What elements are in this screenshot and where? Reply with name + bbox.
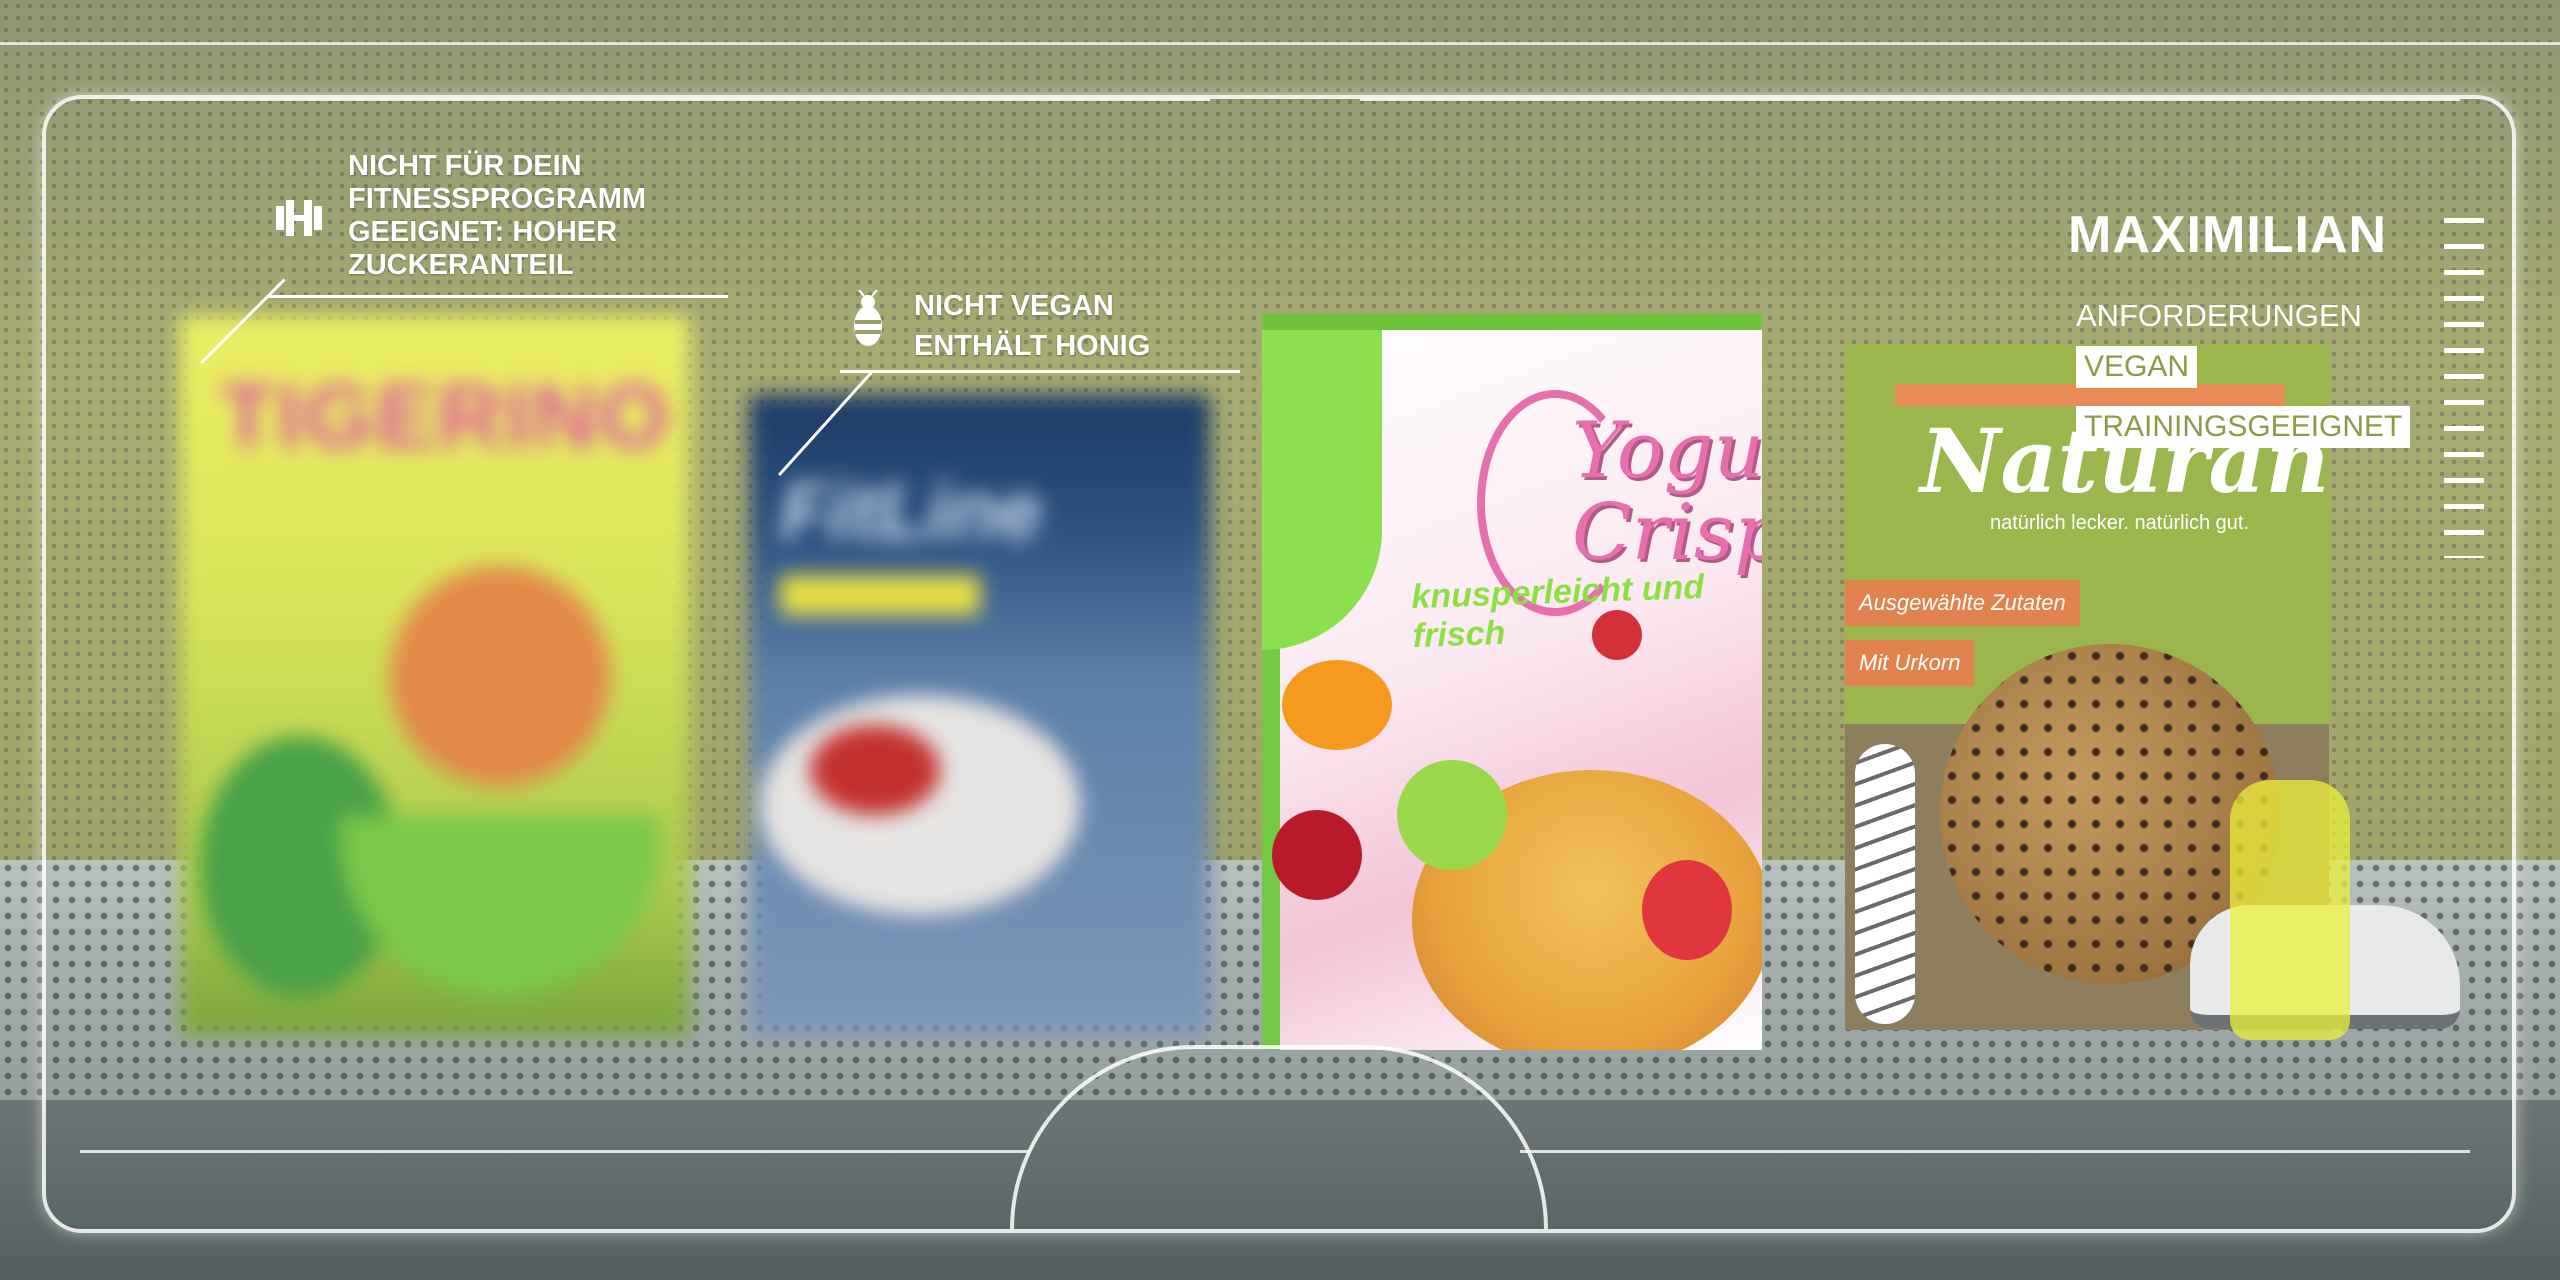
hud-bottom-line-left xyxy=(80,1150,1030,1153)
vegan-warning-callout: NICHT VEGAN ENTHÄLT HONIG xyxy=(914,286,1254,366)
hud-inner-line-left xyxy=(130,98,1210,101)
fitness-warning-callout: NICHT FÜR DEIN FITNESSPROGRAMM GEEIGNET:… xyxy=(348,150,647,281)
vegan-warning-line1: NICHT VEGAN xyxy=(914,290,1114,322)
vegan-warning-line2: ENTHÄLT HONIG xyxy=(914,330,1151,362)
hud-bottom-line-right xyxy=(1520,1150,2470,1153)
dumbbell-icon xyxy=(276,198,322,248)
hud-scroll-ticks[interactable] xyxy=(2444,218,2484,558)
hud-top-line xyxy=(0,42,2560,45)
requirements-heading: ANFORDERUNGEN xyxy=(2076,298,2362,333)
requirement-tag-vegan[interactable]: VEGAN xyxy=(2076,346,2198,388)
bee-icon xyxy=(848,289,888,360)
vegan-callout-leader xyxy=(840,370,1240,373)
hud-inner-line-right xyxy=(1360,98,2460,101)
requirement-tag-training[interactable]: TRAININGSGEEIGNET xyxy=(2076,406,2411,448)
profile-name: MAXIMILIAN xyxy=(2068,206,2388,264)
fitness-callout-leader xyxy=(268,295,728,298)
